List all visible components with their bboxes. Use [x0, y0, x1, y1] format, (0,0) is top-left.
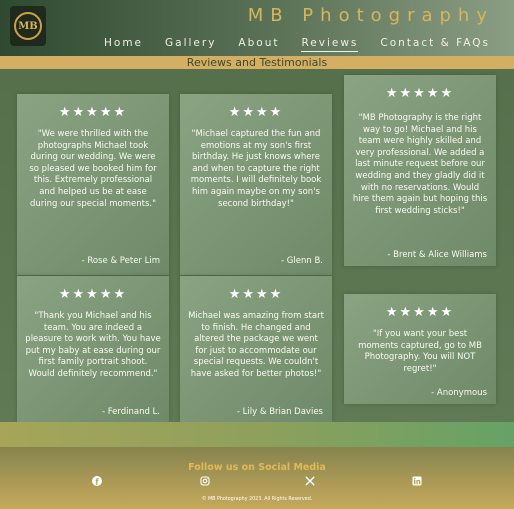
section-title-bar: Reviews and Testimonials	[0, 56, 514, 69]
review-card: ★★★★★ "Thank you Michael and his team. Y…	[17, 276, 169, 422]
site-footer: Follow us on Social Media © MB Photograp…	[0, 447, 514, 509]
linkedin-icon[interactable]	[412, 476, 422, 486]
star-rating: ★★★★★	[58, 105, 128, 120]
follow-heading: Follow us on Social Media	[188, 462, 326, 473]
review-author: - Anonymous	[431, 388, 487, 398]
nav-gallery[interactable]: Gallery	[165, 37, 216, 52]
x-icon[interactable]	[305, 476, 315, 486]
review-card: ★★★★★ "If you want your best moments cap…	[344, 294, 496, 404]
review-quote: "We were thrilled with the photographs M…	[29, 129, 157, 209]
review-author: - Brent & Alice Williams	[387, 250, 487, 260]
review-quote: "Michael captured the fun and emotions a…	[190, 129, 322, 209]
review-quote: "Thank you Michael and his team. You are…	[25, 311, 161, 379]
star-rating: ★★★★	[228, 105, 284, 120]
review-author: - Rose & Peter Lim	[81, 256, 160, 266]
review-quote: "MB Photography is the right way to go! …	[352, 113, 488, 216]
section-title: Reviews and Testimonials	[186, 56, 328, 69]
star-rating: ★★★★★	[58, 287, 128, 302]
review-quote: Michael was amazing from start to finish…	[188, 311, 324, 379]
logo-mark: MB	[14, 12, 42, 40]
nav-contact-faqs[interactable]: Contact & FAQs	[380, 37, 490, 52]
review-author: - Glenn B.	[281, 256, 323, 266]
brand-title: MB Photography	[247, 5, 494, 26]
review-card: ★★★★★ "MB Photography is the right way t…	[344, 75, 496, 266]
review-card: ★★★★★ "We were thrilled with the photogr…	[17, 94, 169, 275]
review-author: - Ferdinand L.	[101, 407, 160, 417]
copyright-text: © MB Photography 2023. All Rights Reserv…	[201, 497, 313, 502]
reviews-section: ★★★★★ "We were thrilled with the photogr…	[0, 69, 514, 422]
review-card: ★★★★ Michael was amazing from start to f…	[180, 276, 332, 422]
star-rating: ★★★★★	[385, 86, 455, 101]
site-header: MB MB Photography Home Gallery About Rev…	[0, 0, 514, 56]
main-nav: Home Gallery About Reviews Contact & FAQ…	[104, 37, 512, 52]
instagram-icon[interactable]	[200, 476, 210, 486]
footer-divider	[0, 422, 514, 447]
nav-reviews[interactable]: Reviews	[301, 37, 359, 52]
review-card: ★★★★ "Michael captured the fun and emoti…	[180, 94, 332, 275]
nav-home[interactable]: Home	[104, 37, 143, 52]
review-quote: "If you want your best moments captured,…	[358, 329, 482, 374]
nav-about[interactable]: About	[238, 37, 279, 52]
logo[interactable]: MB	[10, 6, 46, 46]
star-rating: ★★★★	[228, 287, 284, 302]
review-author: - Lily & Brian Davies	[236, 407, 323, 417]
facebook-icon[interactable]	[92, 476, 102, 486]
star-rating: ★★★★★	[385, 305, 455, 320]
